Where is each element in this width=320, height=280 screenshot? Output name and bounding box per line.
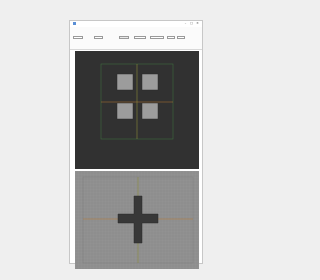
bottom-viewport-canvas [75, 171, 199, 269]
field-b[interactable] [94, 36, 103, 39]
square-top-left[interactable] [116, 73, 134, 91]
toolbar-button[interactable] [119, 36, 129, 39]
top-viewport-canvas [100, 63, 174, 140]
field-d[interactable] [177, 36, 185, 39]
minimize-icon[interactable]: – [183, 21, 188, 26]
field-c[interactable] [167, 36, 175, 39]
top-viewport[interactable] [75, 51, 199, 169]
toolbar [70, 27, 202, 49]
field-a[interactable] [73, 36, 83, 39]
toolbar-select-2[interactable] [150, 36, 164, 39]
square-top-right[interactable] [141, 73, 159, 91]
square-bottom-left[interactable] [116, 102, 134, 120]
app-icon [73, 22, 76, 25]
toolbar-select[interactable] [134, 36, 146, 39]
close-icon[interactable]: ✕ [195, 21, 200, 26]
app-window: – □ ✕ [69, 20, 203, 269]
square-bottom-right[interactable] [141, 102, 159, 120]
maximize-icon[interactable]: □ [189, 21, 194, 26]
toolbar-separator [70, 49, 202, 50]
bottom-viewport[interactable] [75, 171, 199, 269]
